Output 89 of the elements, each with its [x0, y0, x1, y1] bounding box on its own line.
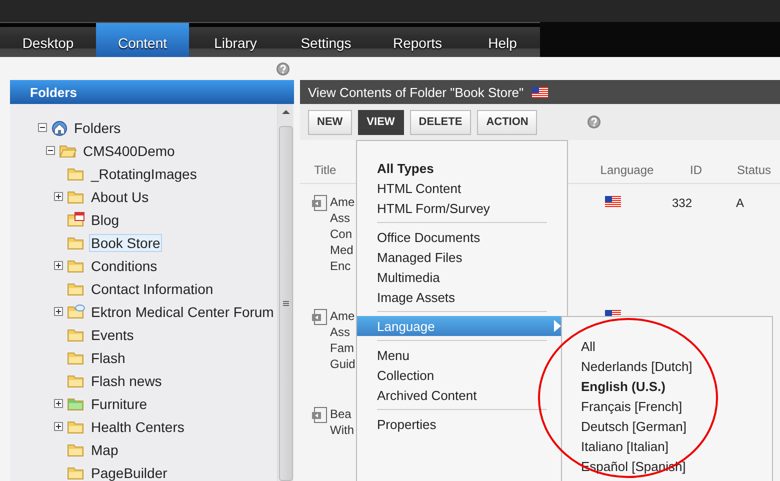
tree-item[interactable]: Conditions: [89, 256, 160, 274]
title-text[interactable]: Guid: [330, 356, 356, 372]
title-text[interactable]: Ame: [330, 194, 355, 210]
id-text: 332: [672, 196, 692, 210]
column-header[interactable]: Language: [600, 163, 654, 177]
flag-icon: [605, 196, 621, 207]
title-text[interactable]: Ame: [330, 308, 356, 324]
toolbar-button[interactable]: ACTION: [477, 110, 538, 134]
expand-icon[interactable]: [54, 192, 63, 201]
tree-item[interactable]: Contact Information: [89, 280, 216, 298]
title-text[interactable]: Fam: [330, 340, 356, 356]
toolbar-button[interactable]: NEW: [308, 110, 352, 134]
menu-item[interactable]: Managed Files: [357, 247, 567, 267]
chat-folder-icon: [67, 304, 85, 320]
title-text[interactable]: Con: [330, 226, 355, 242]
tree-item[interactable]: Ektron Medical Center Forum: [89, 302, 276, 320]
help-icon[interactable]: [276, 62, 290, 76]
title-text[interactable]: Ass: [330, 210, 355, 226]
flag-icon: [532, 86, 548, 98]
expand-icon[interactable]: [54, 261, 63, 270]
nav-tab[interactable]: Help: [465, 23, 540, 57]
column-header[interactable]: ID: [690, 163, 702, 177]
menu-item[interactable]: All: [562, 336, 772, 356]
folder-icon: [67, 350, 85, 366]
expand-icon[interactable]: [54, 399, 63, 408]
folder-icon: [67, 188, 85, 204]
column-header[interactable]: Title: [314, 163, 336, 177]
menu-item[interactable]: All Types: [357, 158, 567, 178]
collapse-icon[interactable]: [38, 123, 47, 132]
tree-item[interactable]: PageBuilder: [89, 464, 170, 481]
folder-icon: [67, 280, 85, 296]
menu-item[interactable]: Deutsch [German]: [562, 416, 772, 436]
tree-item[interactable]: CMS400Demo: [81, 142, 177, 160]
tree-item[interactable]: Flash: [89, 348, 128, 366]
calendar-folder-icon: [67, 212, 85, 228]
tree-item[interactable]: _RotatingImages: [89, 164, 199, 182]
title-text[interactable]: With: [330, 422, 354, 438]
menu-item[interactable]: Nederlands [Dutch]: [562, 356, 772, 376]
tree-item[interactable]: Map: [89, 440, 120, 458]
folder-icon: [67, 464, 85, 480]
tree-item[interactable]: Health Centers: [89, 418, 186, 436]
folder-icon: [67, 234, 85, 250]
column-header[interactable]: Status: [736, 163, 772, 177]
tree-item[interactable]: Book Store: [89, 234, 162, 252]
menu-item[interactable]: Office Documents: [357, 227, 567, 247]
panel-header: Folders: [10, 80, 294, 104]
nav-tab[interactable]: Desktop: [0, 23, 96, 57]
help-icon[interactable]: [587, 115, 602, 129]
tree-item[interactable]: Flash news: [89, 372, 164, 390]
menu-item[interactable]: HTML Content: [357, 178, 567, 198]
nav-tab[interactable]: Settings: [282, 23, 370, 57]
title-text[interactable]: Bea: [330, 406, 354, 422]
menu-item[interactable]: Italiano [Italian]: [562, 436, 772, 456]
folder-icon: [67, 372, 85, 388]
tree-item[interactable]: Events: [89, 326, 136, 344]
folder-icon: [67, 396, 85, 412]
title-text[interactable]: Ass: [330, 324, 356, 340]
menu-item[interactable]: Français [French]: [562, 396, 772, 416]
tree-item[interactable]: About Us: [89, 188, 151, 206]
nav-tab[interactable]: Reports: [370, 23, 465, 57]
tree-item[interactable]: Blog: [89, 210, 122, 228]
folder-icon: [67, 258, 85, 274]
menu-item[interactable]: Multimedia: [357, 267, 567, 287]
expand-icon[interactable]: [54, 307, 63, 316]
panel-title: View Contents of Folder "Book Store": [308, 84, 524, 100]
nav-tab[interactable]: Library: [189, 23, 282, 57]
toolbar-button[interactable]: VIEW: [358, 110, 404, 134]
home-icon: [51, 120, 68, 136]
status-text: A: [736, 196, 744, 210]
document-icon: [311, 406, 329, 424]
document-icon: [311, 194, 329, 212]
title-text[interactable]: Enc: [330, 258, 355, 274]
menu-item[interactable]: English (U.S.): [562, 376, 772, 396]
folder-icon: [59, 142, 77, 158]
menu-item[interactable]: Image Assets: [357, 287, 567, 307]
document-icon: [311, 308, 329, 326]
expand-icon[interactable]: [54, 422, 63, 431]
tree-item[interactable]: Furniture: [89, 394, 150, 412]
title-text[interactable]: Med: [330, 242, 355, 258]
folder-icon: [67, 442, 85, 458]
tree-item[interactable]: Folders: [72, 118, 123, 136]
scrollbar[interactable]: [277, 104, 293, 481]
toolbar-button[interactable]: DELETE: [410, 110, 472, 134]
nav-tab[interactable]: Content: [96, 23, 189, 57]
collapse-icon[interactable]: [46, 146, 55, 155]
folder-icon: [67, 326, 85, 342]
folder-icon: [67, 166, 85, 182]
menu-item[interactable]: HTML Form/Survey: [357, 198, 567, 218]
folder-icon: [67, 418, 85, 434]
